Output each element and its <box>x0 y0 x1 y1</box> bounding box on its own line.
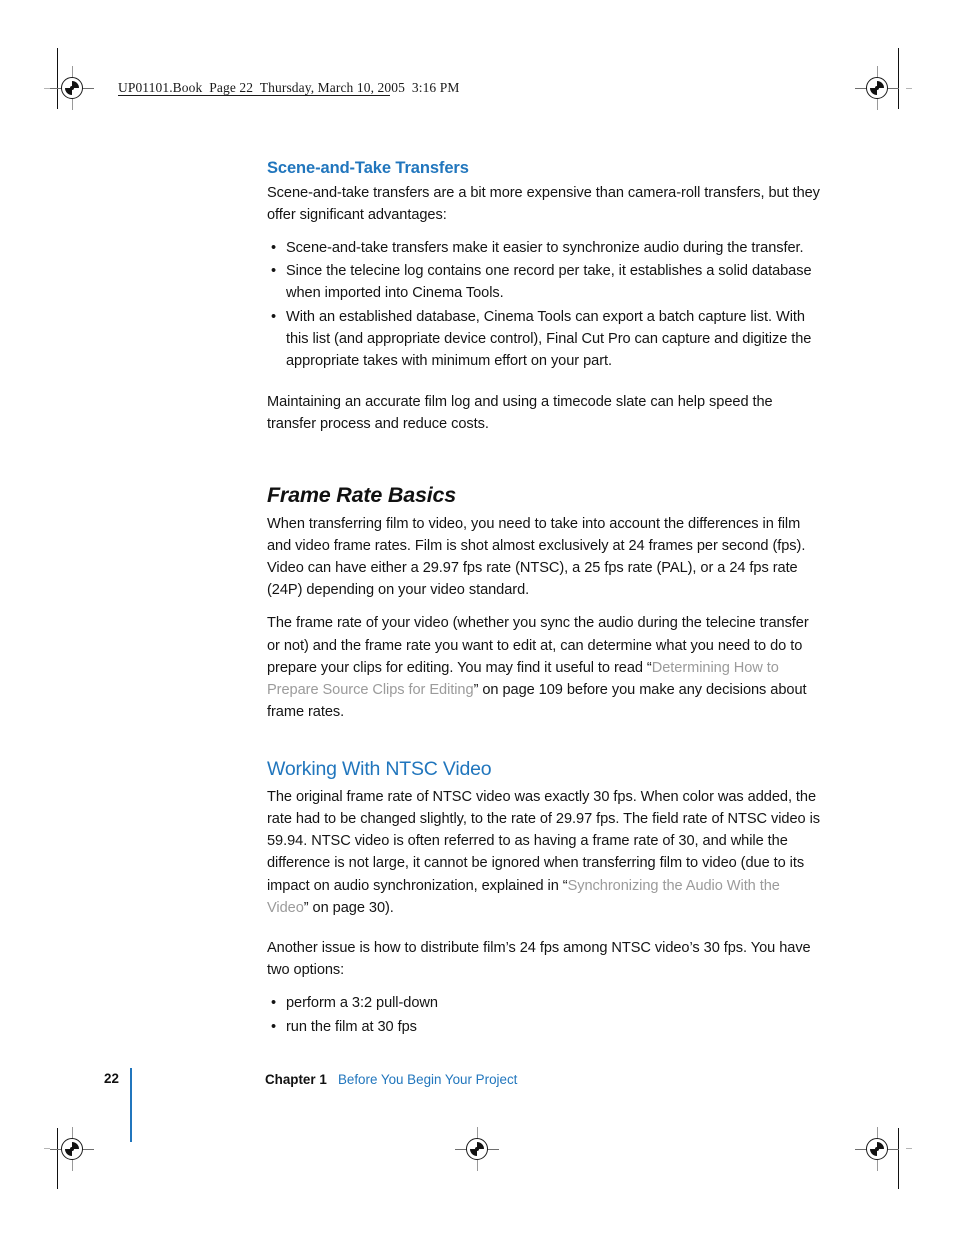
list-item: • With an established database, Cinema T… <box>267 306 823 373</box>
header-slug: UP01101.Book Page 22 Thursday, March 10,… <box>118 80 460 95</box>
heading-frame-rate-basics: Frame Rate Basics <box>267 482 457 507</box>
registration-mark-bottom-left <box>50 1127 94 1171</box>
list-item-text: Scene-and-take transfers make it easier … <box>286 240 804 257</box>
list-item-text: With an established database, Cinema Too… <box>286 308 812 370</box>
registration-center-dot <box>70 86 74 90</box>
list-item-text: Since the telecine log contains one reco… <box>286 263 812 302</box>
list-item: • run the film at 30 fps <box>267 1016 823 1038</box>
registration-mark-bottom-right <box>855 1127 899 1171</box>
list-item-text: perform a 3:2 pull-down <box>286 995 438 1012</box>
bullet-list-scene-and-take: • Scene-and-take transfers make it easie… <box>267 237 823 372</box>
registration-center-dot <box>70 1147 74 1151</box>
bullet-list-ntsc-options: • perform a 3:2 pull-down • run the film… <box>267 992 823 1037</box>
footer-vertical-rule <box>130 1068 132 1142</box>
registration-mark-bottom-center <box>455 1127 499 1171</box>
trim-tick-top-right <box>906 88 912 89</box>
list-item: • perform a 3:2 pull-down <box>267 992 823 1014</box>
trim-tick-bottom-right <box>906 1148 912 1149</box>
list-item: • Since the telecine log contains one re… <box>267 260 823 304</box>
registration-mark-top-left <box>50 66 94 110</box>
bullet-icon: • <box>271 263 277 280</box>
bullet-icon: • <box>271 1018 277 1035</box>
content-column: Scene-and-Take Transfers Scene-and-take … <box>267 158 823 1039</box>
paragraph-frame-rate-basics-1: When transferring film to video, you nee… <box>267 515 806 599</box>
bullet-icon: • <box>271 995 277 1012</box>
document-page: UP01101.Book Page 22 Thursday, March 10,… <box>0 0 954 1235</box>
paragraph-ntsc-1: The original frame rate of NTSC video wa… <box>267 786 823 919</box>
page-number: 22 <box>104 1071 119 1086</box>
paragraph-text-after-xref: ” on page 30). <box>303 899 394 916</box>
footer-chapter-label: Chapter 1 <box>265 1072 327 1087</box>
footer-chapter-line: Chapter 1 Before You Begin Your Project <box>265 1072 517 1087</box>
registration-center-dot <box>475 1147 479 1151</box>
heading-working-with-ntsc-video: Working With NTSC Video <box>267 758 492 781</box>
bullet-icon: • <box>271 308 277 325</box>
registration-center-dot <box>875 1147 879 1151</box>
list-item-text: run the film at 30 fps <box>286 1018 417 1035</box>
paragraph-ntsc-2: Another issue is how to distribute film’… <box>267 939 811 979</box>
paragraph-frame-rate-basics-2: The frame rate of your video (whether yo… <box>267 612 823 723</box>
paragraph-scene-and-take-closing: Maintaining an accurate film log and usi… <box>267 394 773 433</box>
registration-mark-top-right <box>855 66 899 110</box>
list-item: • Scene-and-take transfers make it easie… <box>267 237 823 259</box>
registration-center-dot <box>875 86 879 90</box>
footer-chapter-title[interactable]: Before You Begin Your Project <box>338 1072 517 1087</box>
footer-gap <box>327 1072 338 1087</box>
bullet-icon: • <box>271 240 277 257</box>
heading-scene-and-take-transfers: Scene-and-Take Transfers <box>267 159 469 177</box>
paragraph-scene-and-take-intro: Scene-and-take transfers are a bit more … <box>267 184 820 223</box>
